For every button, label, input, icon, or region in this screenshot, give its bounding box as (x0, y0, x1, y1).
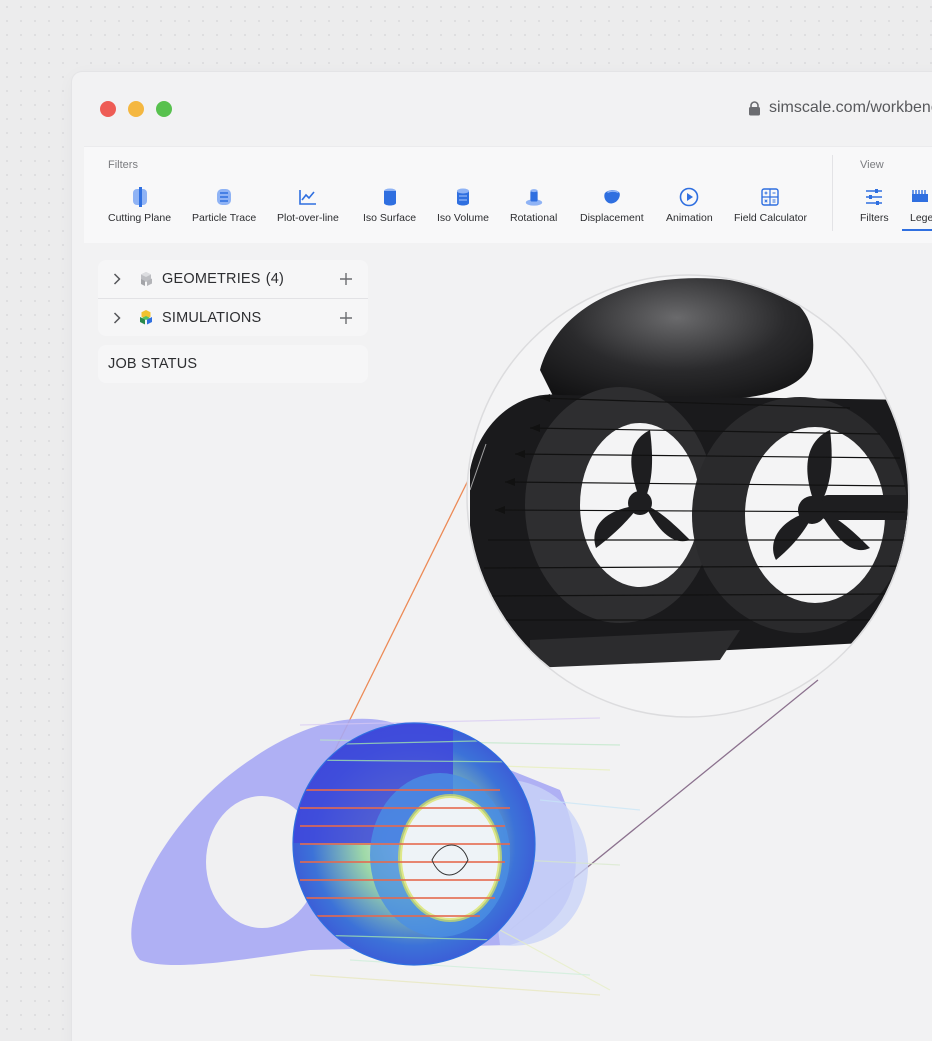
tool-animation[interactable]: Animation (666, 187, 713, 224)
tree-item-geometries[interactable]: GEOMETRIES (4) (98, 260, 368, 298)
address-bar[interactable]: simscale.com/workbench (748, 99, 932, 117)
view-tool-legend[interactable]: Legend (910, 187, 932, 224)
maximize-window-button[interactable] (156, 101, 172, 117)
iso-volume-icon (453, 187, 473, 207)
active-tab-indicator (902, 229, 932, 231)
filters-group-label: Filters (108, 159, 138, 171)
tool-iso-surface[interactable]: Iso Surface (363, 187, 416, 224)
tool-plot-over-line[interactable]: Plot-over-line (277, 187, 339, 224)
plot-over-line-icon (298, 187, 318, 207)
cutting-plane-icon (130, 187, 150, 207)
field-calculator-icon (760, 187, 780, 207)
tool-displacement[interactable]: Displacement (580, 187, 644, 224)
simulation-cubes-icon (140, 310, 152, 325)
particle-trace-icon (214, 187, 234, 207)
tree-item-simulations[interactable]: SIMULATIONS (98, 299, 368, 337)
displacement-icon (602, 187, 622, 207)
toolbar-divider (832, 155, 833, 231)
tool-particle-trace[interactable]: Particle Trace (192, 187, 256, 224)
model-tree: GEOMETRIES (4) SIMULATIONS (98, 260, 368, 336)
add-simulation-icon[interactable] (338, 310, 354, 326)
tool-rotational[interactable]: Rotational (510, 187, 557, 224)
iso-surface-icon (380, 187, 400, 207)
lock-icon (749, 100, 760, 115)
chevron-right-icon[interactable] (98, 273, 136, 285)
chevron-right-icon[interactable] (98, 312, 136, 324)
tool-cutting-plane[interactable]: Cutting Plane (108, 187, 171, 224)
title-bar: simscale.com/workbench (72, 72, 932, 144)
view-tool-filters[interactable]: Filters (860, 187, 889, 224)
tool-field-calculator[interactable]: Field Calculator (734, 187, 807, 224)
geometry-cubes-icon (141, 272, 152, 286)
rotational-icon (524, 187, 544, 207)
minimize-window-button[interactable] (128, 101, 144, 117)
view-group-label: View (860, 159, 884, 171)
tool-iso-volume[interactable]: Iso Volume (437, 187, 489, 224)
add-geometry-icon[interactable] (338, 271, 354, 287)
close-window-button[interactable] (100, 101, 116, 117)
animation-play-icon (679, 187, 699, 207)
legend-icon (910, 187, 930, 207)
url-text: simscale.com/workbench (769, 99, 932, 116)
filters-sliders-icon (864, 187, 884, 207)
post-processing-toolbar: Filters View Cutting Plane Particle Trac… (84, 146, 932, 243)
job-status-panel[interactable]: JOB STATUS (98, 345, 368, 383)
